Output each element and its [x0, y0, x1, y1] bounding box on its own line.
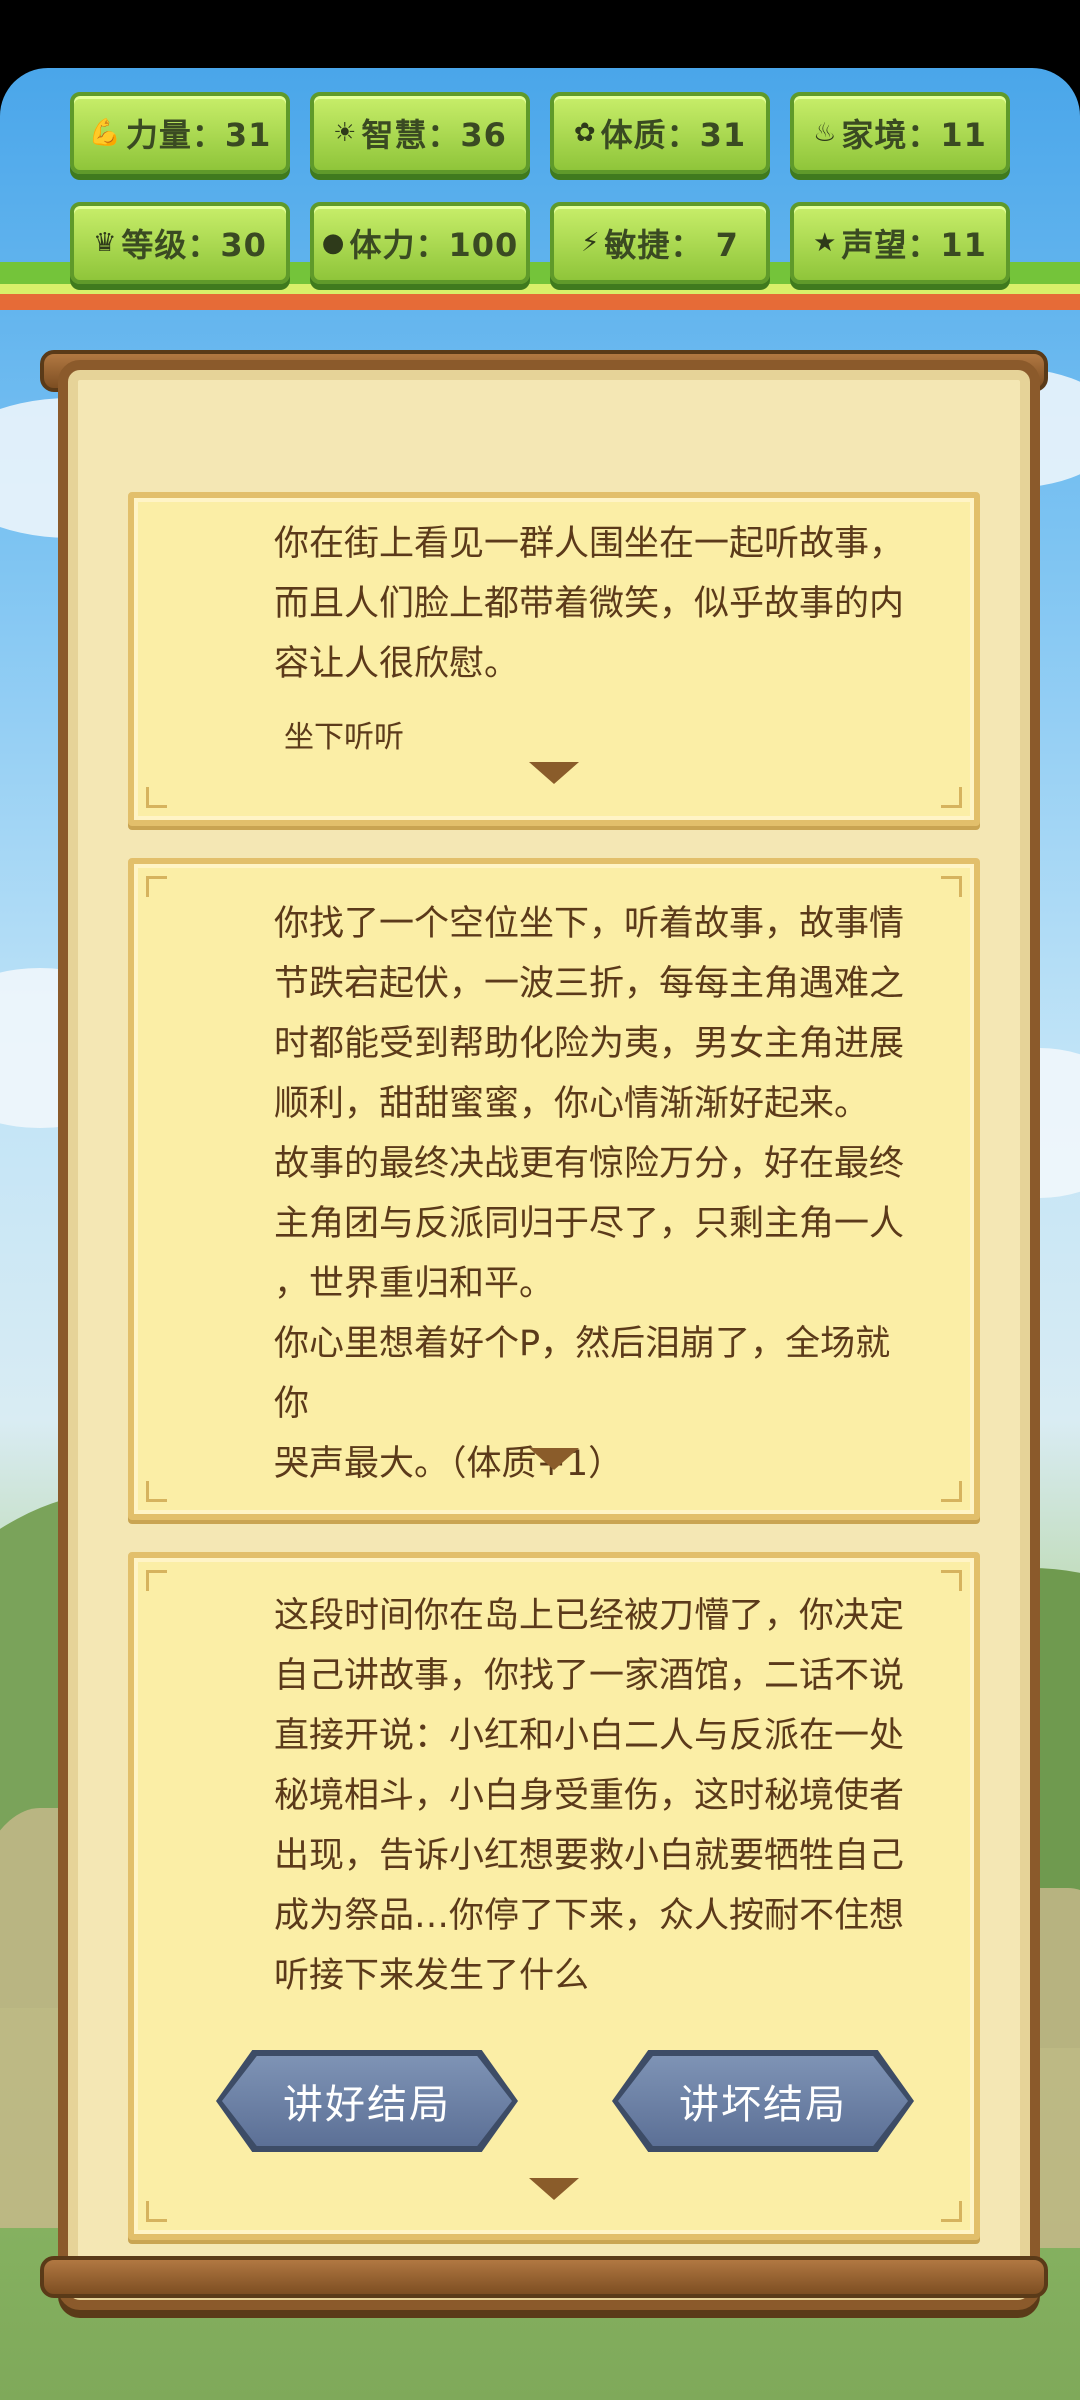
stat-label: 体力：100: [349, 226, 519, 264]
corner-ornament: [941, 2201, 962, 2222]
corner-ornament: [941, 1481, 962, 1502]
expand-arrow-icon[interactable]: [529, 762, 579, 784]
lightning-icon: ⚡: [581, 228, 601, 258]
stat-label: 力量：31: [125, 116, 272, 154]
stat-strength: 💪 力量：31: [70, 92, 290, 174]
constitution-icon: ✿: [573, 118, 597, 148]
corner-ornament: [146, 1481, 167, 1502]
bad-ending-label[interactable]: 讲坏结局: [618, 2056, 908, 2146]
stat-label: 体质：31: [600, 116, 747, 154]
corner-ornament: [941, 787, 962, 808]
sun-icon: ☀: [333, 118, 358, 148]
heart-icon: ●: [321, 228, 346, 258]
stat-label: 敏捷： 7: [604, 226, 739, 264]
scroll-bottom-rod: [40, 2256, 1048, 2298]
good-ending-label[interactable]: 讲好结局: [222, 2056, 512, 2146]
corner-ornament: [146, 2201, 167, 2222]
good-ending-button[interactable]: 讲好结局: [216, 2050, 518, 2152]
event-text: 你找了一个空位坐下，听着故事，故事情 节跌宕起伏，一波三折，每每主角遇难之 时都…: [274, 904, 905, 1484]
expand-arrow-icon[interactable]: [529, 2178, 579, 2200]
stat-reputation: ★ 声望：11: [790, 202, 1010, 284]
family-icon: ♨: [813, 118, 838, 148]
event-card: 你在街上看见一群人围坐在一起听故事， 而且人们脸上都带着微笑，似乎故事的内 容让…: [128, 492, 980, 826]
stat-constitution: ✿ 体质：31: [550, 92, 770, 174]
event-card: 这段时间你在岛上已经被刀懵了，你决定 自己讲故事，你找了一家酒馆，二话不说 直接…: [128, 1552, 980, 2240]
corner-ornament: [146, 787, 167, 808]
stat-agility: ⚡ 敏捷： 7: [550, 202, 770, 284]
stat-family: ♨ 家境：11: [790, 92, 1010, 174]
stat-label: 智慧：36: [361, 116, 507, 154]
stat-label: 等级：30: [121, 226, 267, 264]
status-bar: [0, 0, 1080, 68]
chosen-option: 坐下听听: [284, 720, 404, 755]
stat-label: 家境：11: [841, 116, 987, 154]
grass-highlight: [0, 284, 1080, 294]
corner-ornament: [146, 876, 167, 897]
event-text: 你在街上看见一群人围坐在一起听故事， 而且人们脸上都带着微笑，似乎故事的内 容让…: [274, 524, 905, 684]
stat-stamina: ● 体力：100: [310, 202, 530, 284]
corner-ornament: [941, 876, 962, 897]
bad-ending-button[interactable]: 讲坏结局: [612, 2050, 914, 2152]
star-icon: ★: [813, 228, 838, 258]
event-text: 这段时间你在岛上已经被刀懵了，你决定 自己讲故事，你找了一家酒馆，二话不说 直接…: [274, 1596, 905, 1996]
dirt-stripe: [0, 294, 1080, 310]
stat-level: ♛ 等级：30: [70, 202, 290, 284]
stat-label: 声望：11: [841, 226, 987, 264]
arm-icon: 💪: [88, 118, 122, 148]
expand-arrow-icon[interactable]: [529, 1448, 579, 1470]
crown-icon: ♛: [93, 228, 118, 258]
event-card: 你找了一个空位坐下，听着故事，故事情 节跌宕起伏，一波三折，每每主角遇难之 时都…: [128, 858, 980, 1520]
corner-ornament: [941, 1570, 962, 1591]
corner-ornament: [146, 1570, 167, 1591]
stat-wisdom: ☀ 智慧：36: [310, 92, 530, 174]
